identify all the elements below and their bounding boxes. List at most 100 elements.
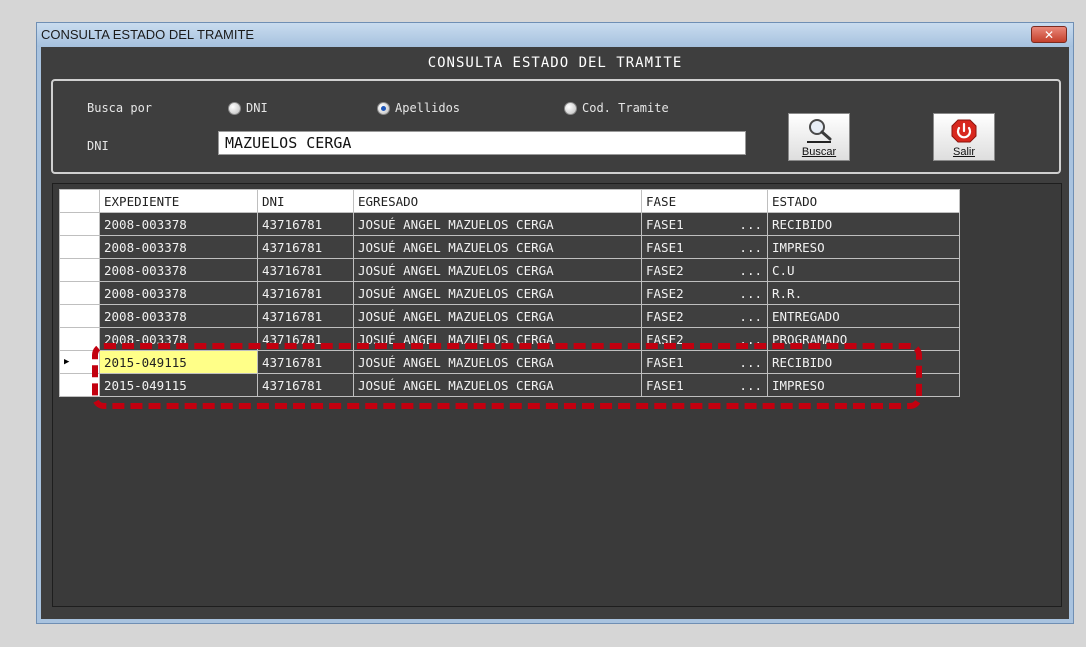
cell-dni[interactable]: 43716781 bbox=[257, 235, 354, 259]
column-header-expediente[interactable]: EXPEDIENTE bbox=[99, 189, 258, 213]
fase-ellipsis-button[interactable]: ... bbox=[739, 286, 762, 301]
cell-dni[interactable]: 43716781 bbox=[257, 281, 354, 305]
cell-expediente[interactable]: 2008-003378 bbox=[99, 212, 258, 236]
row-header[interactable] bbox=[59, 281, 100, 305]
radio-cod-tramite-label: Cod. Tramite bbox=[582, 101, 669, 115]
results-grid-panel: EXPEDIENTE DNI EGRESADO FASE ESTADO 2008… bbox=[52, 183, 1062, 607]
table-row[interactable]: 2008-003378 43716781 JOSUÉ ANGEL MAZUELO… bbox=[59, 235, 960, 259]
fase-value: FASE1 bbox=[646, 354, 684, 370]
row-header[interactable] bbox=[59, 235, 100, 259]
table-row[interactable]: 2008-003378 43716781 JOSUÉ ANGEL MAZUELO… bbox=[59, 327, 960, 351]
cell-dni[interactable]: 43716781 bbox=[257, 304, 354, 328]
table-row[interactable]: 2008-003378 43716781 JOSUÉ ANGEL MAZUELO… bbox=[59, 281, 960, 305]
cell-fase[interactable]: FASE1... bbox=[641, 350, 768, 374]
cell-egresado[interactable]: JOSUÉ ANGEL MAZUELOS CERGA bbox=[353, 350, 642, 374]
cell-estado[interactable]: ENTREGADO bbox=[767, 304, 960, 328]
fase-ellipsis-button[interactable]: ... bbox=[739, 332, 762, 347]
close-button[interactable]: ✕ bbox=[1031, 26, 1067, 43]
cell-fase[interactable]: FASE2... bbox=[641, 281, 768, 305]
radio-apellidos[interactable]: Apellidos bbox=[377, 101, 460, 115]
fase-ellipsis-button[interactable]: ... bbox=[739, 355, 762, 370]
column-header-egresado[interactable]: EGRESADO bbox=[353, 189, 642, 213]
cell-egresado[interactable]: JOSUÉ ANGEL MAZUELOS CERGA bbox=[353, 373, 642, 397]
table-row-current[interactable]: ▶ 2015-049115 43716781 JOSUÉ ANGEL MAZUE… bbox=[59, 350, 960, 374]
cell-egresado[interactable]: JOSUÉ ANGEL MAZUELOS CERGA bbox=[353, 304, 642, 328]
search-input[interactable] bbox=[218, 131, 746, 155]
cell-fase[interactable]: FASE1... bbox=[641, 373, 768, 397]
field-label: DNI bbox=[87, 139, 109, 153]
table-row[interactable]: 2008-003378 43716781 JOSUÉ ANGEL MAZUELO… bbox=[59, 212, 960, 236]
fase-ellipsis-button[interactable]: ... bbox=[739, 263, 762, 278]
table-row[interactable]: 2008-003378 43716781 JOSUÉ ANGEL MAZUELO… bbox=[59, 304, 960, 328]
row-header[interactable] bbox=[59, 327, 100, 351]
fase-value: FASE2 bbox=[646, 262, 684, 278]
cell-expediente[interactable]: 2008-003378 bbox=[99, 235, 258, 259]
row-header[interactable] bbox=[59, 373, 100, 397]
search-button-label: Buscar bbox=[801, 146, 837, 158]
cell-egresado[interactable]: JOSUÉ ANGEL MAZUELOS CERGA bbox=[353, 258, 642, 282]
magnifier-icon bbox=[807, 119, 832, 143]
table-row[interactable]: 2015-049115 43716781 JOSUÉ ANGEL MAZUELO… bbox=[59, 373, 960, 397]
grid-header-row: EXPEDIENTE DNI EGRESADO FASE ESTADO bbox=[59, 189, 960, 213]
cell-dni[interactable]: 43716781 bbox=[257, 373, 354, 397]
cell-egresado[interactable]: JOSUÉ ANGEL MAZUELOS CERGA bbox=[353, 212, 642, 236]
table-row[interactable]: 2008-003378 43716781 JOSUÉ ANGEL MAZUELO… bbox=[59, 258, 960, 282]
radio-dni-label: DNI bbox=[246, 101, 268, 115]
cell-expediente[interactable]: 2008-003378 bbox=[99, 304, 258, 328]
row-header-corner[interactable] bbox=[59, 189, 100, 213]
cell-dni[interactable]: 43716781 bbox=[257, 258, 354, 282]
cell-estado[interactable]: RECIBIDO bbox=[767, 350, 960, 374]
cell-egresado[interactable]: JOSUÉ ANGEL MAZUELOS CERGA bbox=[353, 235, 642, 259]
cell-fase[interactable]: FASE2... bbox=[641, 258, 768, 282]
power-icon bbox=[951, 119, 977, 143]
form-heading: CONSULTA ESTADO DEL TRAMITE bbox=[427, 55, 683, 71]
app-window: CONSULTA ESTADO DEL TRAMITE ✕ CONSULTA E… bbox=[36, 22, 1074, 624]
search-button[interactable]: Buscar bbox=[788, 113, 850, 161]
cell-egresado[interactable]: JOSUÉ ANGEL MAZUELOS CERGA bbox=[353, 327, 642, 351]
cell-expediente[interactable]: 2015-049115 bbox=[99, 373, 258, 397]
radio-dni-indicator[interactable] bbox=[228, 101, 241, 115]
cell-expediente[interactable]: 2008-003378 bbox=[99, 327, 258, 351]
cell-fase[interactable]: FASE2... bbox=[641, 304, 768, 328]
fase-value: FASE1 bbox=[646, 377, 684, 393]
fase-value: FASE2 bbox=[646, 285, 684, 301]
column-header-estado[interactable]: ESTADO bbox=[767, 189, 960, 213]
column-header-fase[interactable]: FASE bbox=[641, 189, 768, 213]
cell-estado[interactable]: PROGRAMADO bbox=[767, 327, 960, 351]
cell-estado[interactable]: IMPRESO bbox=[767, 373, 960, 397]
cell-dni[interactable]: 43716781 bbox=[257, 350, 354, 374]
cell-estado[interactable]: C.U bbox=[767, 258, 960, 282]
cell-egresado[interactable]: JOSUÉ ANGEL MAZUELOS CERGA bbox=[353, 281, 642, 305]
cell-expediente-selected[interactable]: 2015-049115 bbox=[99, 350, 258, 374]
fase-ellipsis-button[interactable]: ... bbox=[739, 240, 762, 255]
row-header[interactable] bbox=[59, 304, 100, 328]
fase-ellipsis-button[interactable]: ... bbox=[739, 309, 762, 324]
cell-estado[interactable]: RECIBIDO bbox=[767, 212, 960, 236]
fase-ellipsis-button[interactable]: ... bbox=[739, 217, 762, 232]
title-bar[interactable]: CONSULTA ESTADO DEL TRAMITE ✕ bbox=[37, 23, 1073, 47]
radio-cod-tramite-indicator[interactable] bbox=[564, 101, 577, 115]
radio-cod-tramite[interactable]: Cod. Tramite bbox=[564, 101, 669, 115]
cell-expediente[interactable]: 2008-003378 bbox=[99, 281, 258, 305]
cell-expediente[interactable]: 2008-003378 bbox=[99, 258, 258, 282]
fase-value: FASE2 bbox=[646, 308, 684, 324]
row-header[interactable]: ▶ bbox=[59, 350, 100, 374]
cell-dni[interactable]: 43716781 bbox=[257, 212, 354, 236]
current-row-arrow-icon: ▶ bbox=[64, 357, 70, 367]
fase-ellipsis-button[interactable]: ... bbox=[739, 378, 762, 393]
row-header[interactable] bbox=[59, 258, 100, 282]
cell-fase[interactable]: FASE1... bbox=[641, 235, 768, 259]
fase-value: FASE1 bbox=[646, 239, 684, 255]
cell-estado[interactable]: IMPRESO bbox=[767, 235, 960, 259]
row-header[interactable] bbox=[59, 212, 100, 236]
radio-apellidos-label: Apellidos bbox=[395, 101, 461, 115]
cell-fase[interactable]: FASE2... bbox=[641, 327, 768, 351]
cell-dni[interactable]: 43716781 bbox=[257, 327, 354, 351]
cell-fase[interactable]: FASE1... bbox=[641, 212, 768, 236]
exit-button[interactable]: Salir bbox=[933, 113, 995, 161]
radio-apellidos-indicator[interactable] bbox=[377, 101, 390, 115]
column-header-dni[interactable]: DNI bbox=[257, 189, 354, 213]
results-grid[interactable]: EXPEDIENTE DNI EGRESADO FASE ESTADO 2008… bbox=[59, 189, 960, 397]
cell-estado[interactable]: R.R. bbox=[767, 281, 960, 305]
radio-dni[interactable]: DNI bbox=[228, 101, 268, 115]
